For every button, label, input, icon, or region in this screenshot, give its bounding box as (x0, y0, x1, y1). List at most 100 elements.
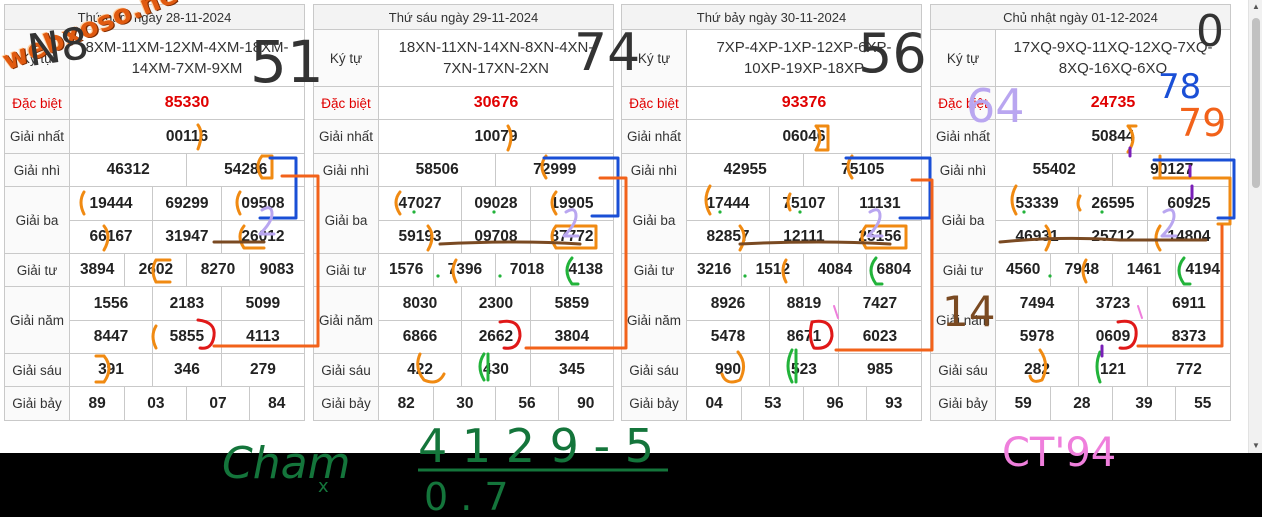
prize-label-dac_biet: Đặc biệt (930, 86, 996, 120)
seventh-prize-number: 07 (186, 386, 250, 421)
sixth-prize-number: 990 (685, 353, 771, 387)
ky-tu-line-2: 10XP-19XP-18XP (743, 60, 865, 77)
prize-label-giai_nhat: Giải nhất (313, 119, 379, 154)
seventh-prize-number: 56 (495, 386, 559, 421)
prize-label-giai_sau: Giải sáu (313, 353, 379, 387)
sixth-prize-number: 345 (529, 353, 615, 387)
sixth-prize-number: 279 (220, 353, 306, 387)
prize-label-ky_tu: Ký tự (313, 29, 379, 87)
sixth-prize-number: 985 (837, 353, 923, 387)
sixth-prize-number: 772 (1146, 353, 1232, 387)
fourth-prize-number: 1576 (377, 253, 435, 287)
sixth-prize-number: 422 (377, 353, 463, 387)
fifth-prize-number: 8030 (377, 286, 463, 321)
fourth-prize-number: 4194 (1174, 253, 1232, 287)
third-prize-number: 09708 (461, 220, 531, 254)
fourth-prize-number: 2602 (124, 253, 188, 287)
fifth-prize-number: 5859 (529, 286, 615, 321)
seventh-prize-number: 89 (68, 386, 126, 421)
prize-label-giai_nam: Giải năm (621, 286, 687, 354)
third-prize-number: 19444 (68, 186, 154, 221)
first-prize-number: 00116 (69, 119, 305, 154)
scroll-up-icon[interactable]: ▲ (1249, 0, 1262, 14)
special-prize-number: 24735 (995, 86, 1231, 120)
first-prize-number: 10079 (378, 119, 614, 154)
seventh-prize-number: 82 (377, 386, 435, 421)
vertical-scrollbar[interactable]: ▲ ▼ (1248, 0, 1262, 453)
fourth-prize-number: 4138 (557, 253, 615, 287)
third-prize-number: 66167 (68, 220, 154, 254)
seventh-prize-number: 39 (1112, 386, 1176, 421)
fifth-prize-number: 3723 (1078, 286, 1148, 321)
ky-tu-codes: 17XQ-9XQ-11XQ-12XQ-7XQ- 8XQ-16XQ-6XQ (995, 29, 1231, 87)
fifth-prize-number: 8373 (1146, 320, 1232, 354)
fifth-prize-number: 7494 (994, 286, 1080, 321)
fifth-prize-number: 6866 (377, 320, 463, 354)
third-prize-number: 82857 (685, 220, 771, 254)
fifth-prize-number: 6911 (1146, 286, 1232, 321)
fifth-prize-number: 7427 (837, 286, 923, 321)
ky-tu-line-2: 8XQ-16XQ-6XQ (1058, 60, 1168, 77)
third-prize-number: 19905 (529, 186, 615, 221)
fourth-prize-number: 9083 (248, 253, 306, 287)
date-header: Thứ sáu ngày 29-11-2024 (313, 4, 614, 30)
special-prize-number: 30676 (378, 86, 614, 120)
prize-label-ky_tu: Ký tự (930, 29, 996, 87)
prize-label-giai_nhi: Giải nhì (313, 153, 379, 187)
ky-tu-line-1: 18XN-11XN-14XN-8XN-4XN- (398, 39, 594, 56)
scrollbar-thumb[interactable] (1252, 18, 1260, 188)
seventh-prize-number: 28 (1050, 386, 1114, 421)
first-prize-number: 50844 (995, 119, 1231, 154)
fifth-prize-number: 0609 (1078, 320, 1148, 354)
prize-label-giai_sau: Giải sáu (621, 353, 687, 387)
fifth-prize-number: 8926 (685, 286, 771, 321)
prize-label-giai_nhi: Giải nhì (930, 153, 996, 187)
third-prize-number: 53339 (994, 186, 1080, 221)
fifth-prize-number: 6023 (837, 320, 923, 354)
fourth-prize-number: 1461 (1112, 253, 1176, 287)
second-prize-number: 55402 (994, 153, 1114, 187)
seventh-prize-number: 03 (124, 386, 188, 421)
prize-label-dac_biet: Đặc biệt (4, 86, 70, 120)
fourth-prize-number: 8270 (186, 253, 250, 287)
third-prize-number: 25156 (837, 220, 923, 254)
fourth-prize-number: 7396 (433, 253, 497, 287)
second-prize-number: 42955 (685, 153, 805, 187)
third-prize-number: 17444 (685, 186, 771, 221)
third-prize-number: 11131 (837, 186, 923, 221)
fourth-prize-number: 1512 (741, 253, 805, 287)
ky-tu-line-1: 8XM-11XM-12XM-4XM-18XM- (85, 39, 289, 56)
prize-label-giai_nhi: Giải nhì (621, 153, 687, 187)
third-prize-number: 09508 (220, 186, 306, 221)
seventh-prize-number: 53 (741, 386, 805, 421)
sixth-prize-number: 391 (68, 353, 154, 387)
bottom-black-area (0, 453, 1262, 517)
ky-tu-line-2: 14XM-7XM-9XM (131, 60, 243, 77)
third-prize-number: 69299 (152, 186, 222, 221)
second-prize-number: 46312 (68, 153, 188, 187)
seventh-prize-number: 96 (803, 386, 867, 421)
fourth-prize-number: 3894 (68, 253, 126, 287)
sixth-prize-number: 346 (152, 353, 222, 387)
fifth-prize-number: 3804 (529, 320, 615, 354)
second-prize-number: 75105 (803, 153, 922, 187)
fifth-prize-number: 5978 (994, 320, 1080, 354)
seventh-prize-number: 30 (433, 386, 497, 421)
prize-label-giai_nhi: Giải nhì (4, 153, 70, 187)
third-prize-number: 25712 (1078, 220, 1148, 254)
second-prize-number: 72999 (495, 153, 614, 187)
fourth-prize-number: 4084 (803, 253, 867, 287)
prize-label-giai_ba: Giải ba (621, 186, 687, 254)
prize-label-giai_tu: Giải tư (313, 253, 379, 287)
prize-label-giai_tu: Giải tư (621, 253, 687, 287)
fifth-prize-number: 8447 (68, 320, 154, 354)
scroll-down-icon[interactable]: ▼ (1249, 439, 1262, 453)
third-prize-number: 87772 (529, 220, 615, 254)
third-prize-number: 59193 (377, 220, 463, 254)
sixth-prize-number: 121 (1078, 353, 1148, 387)
prize-label-giai_bay: Giải bảy (4, 386, 70, 421)
sixth-prize-number: 523 (769, 353, 839, 387)
fifth-prize-number: 8671 (769, 320, 839, 354)
first-prize-number: 06046 (686, 119, 922, 154)
third-prize-number: 46931 (994, 220, 1080, 254)
